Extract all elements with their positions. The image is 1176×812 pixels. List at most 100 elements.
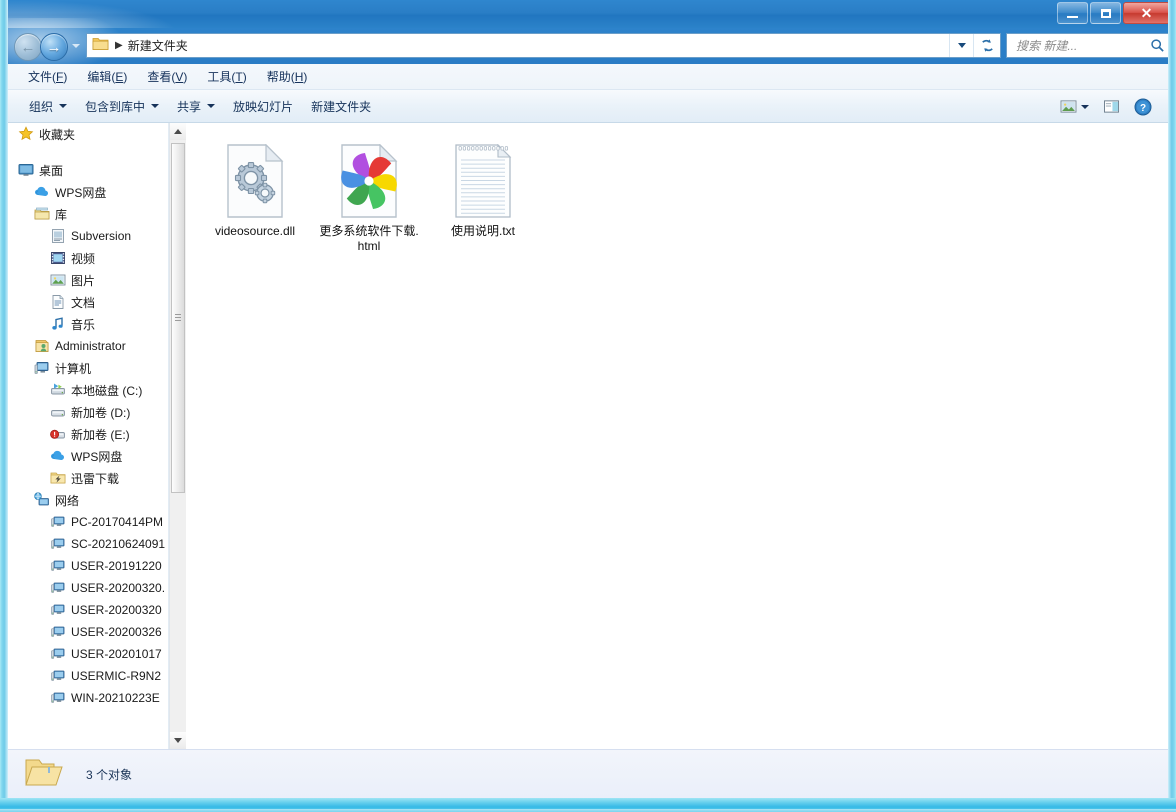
sidebar-item-20[interactable]: USER-20191220: [8, 555, 168, 577]
chevron-down-icon: [1081, 104, 1089, 109]
change-view-button[interactable]: [1054, 95, 1095, 118]
menu-item-2[interactable]: 编辑(E): [77, 64, 137, 89]
sidebar-item-label: 收藏夹: [39, 127, 76, 142]
sidebar-item-2[interactable]: 桌面: [8, 159, 168, 181]
maximize-button[interactable]: [1090, 2, 1121, 24]
sidebar-item-26[interactable]: WIN-20210223E: [8, 687, 168, 709]
network-icon: [34, 492, 50, 508]
file-item-1[interactable]: videosource.dll: [200, 137, 310, 261]
refresh-button[interactable]: [973, 34, 1000, 57]
toolbar-item-5[interactable]: 新建文件夹: [302, 93, 380, 120]
sidebar-item-21[interactable]: USER-20200320.: [8, 577, 168, 599]
sidebar-item-label: 计算机: [55, 361, 92, 376]
sidebar-item-10[interactable]: Administrator: [8, 335, 168, 357]
pc-icon: [51, 692, 65, 703]
chevron-down-icon: [151, 104, 160, 108]
address-bar[interactable]: ▶ 新建文件夹: [86, 33, 1001, 58]
toolbar-item-2[interactable]: 包含到库中: [76, 93, 168, 120]
sidebar-item-4[interactable]: 库: [8, 203, 168, 225]
sidebar-item-18[interactable]: PC-20170414PM: [8, 511, 168, 533]
scroll-down-button[interactable]: [170, 732, 186, 749]
sidebar-item-6[interactable]: 视频: [8, 247, 168, 269]
toolbar-item-label: 组织: [29, 99, 54, 114]
minimize-button[interactable]: [1057, 2, 1088, 24]
sidebar-item-8[interactable]: 文档: [8, 291, 168, 313]
toolbar-item-label: 放映幻灯片: [233, 99, 294, 114]
toolbar-item-1[interactable]: 组织: [20, 93, 76, 120]
toolbar-item-label: 包含到库中: [85, 99, 146, 114]
title-bar-glow: [0, 0, 180, 28]
sidebar-item-23[interactable]: USER-20200326: [8, 621, 168, 643]
menu-item-5[interactable]: 帮助(H): [257, 64, 318, 89]
breadcrumb-separator: ▶: [115, 40, 123, 51]
menu-item-1[interactable]: 文件(F): [18, 64, 77, 89]
sidebar-item-label: USER-20200320: [71, 603, 162, 617]
cloud-icon: [34, 184, 50, 200]
menu-item-4[interactable]: 工具(T): [197, 64, 256, 89]
music-icon: [50, 316, 66, 332]
scrollbar-grip-icon: [175, 314, 181, 322]
drive-icon: [50, 404, 66, 420]
file-list-pane[interactable]: videosource.dll 更多系统软件下载.html 使用说明.txt: [186, 123, 1168, 749]
sidebar-item-label: USER-20201017: [71, 647, 162, 661]
forward-button[interactable]: →: [40, 33, 68, 61]
sidebar-item-17[interactable]: 网络: [8, 489, 168, 511]
sidebar-item-label: WPS网盘: [71, 449, 123, 464]
help-button[interactable]: ?: [1128, 94, 1158, 120]
sidebar-item-13[interactable]: 新加卷 (D:): [8, 401, 168, 423]
sidebar-scrollbar[interactable]: [169, 123, 186, 749]
file-grid: videosource.dll 更多系统软件下载.html 使用说明.txt: [186, 137, 1168, 261]
sidebar-item-3[interactable]: WPS网盘: [8, 181, 168, 203]
address-dropdown-button[interactable]: [949, 34, 974, 57]
sidebar-item-25[interactable]: USERMIC-R9N2: [8, 665, 168, 687]
sidebar-item-label: SC-20210624091: [71, 537, 166, 551]
triangle-down-icon: [174, 738, 182, 743]
file-icon-wrapper: [450, 142, 516, 220]
recent-locations-button[interactable]: [70, 40, 82, 52]
sidebar-item-5[interactable]: Subversion: [8, 225, 168, 247]
search-input[interactable]: [1014, 37, 1150, 54]
toolbar-item-4[interactable]: 放映幻灯片: [224, 93, 302, 120]
sidebar-item-12[interactable]: 本地磁盘 (C:): [8, 379, 168, 401]
title-bar: ✕: [0, 0, 1176, 28]
file-item-3[interactable]: 使用说明.txt: [428, 137, 538, 261]
pc-icon: [50, 624, 66, 640]
command-toolbar: 组织 包含到库中 共享 放映幻灯片 新建文件夹 ?: [8, 90, 1168, 123]
help-icon: ?: [1134, 98, 1152, 115]
sidebar-item-24[interactable]: USER-20201017: [8, 643, 168, 665]
close-button[interactable]: ✕: [1123, 2, 1170, 24]
system-drive-icon: [50, 382, 66, 398]
sidebar-item-7[interactable]: 图片: [8, 269, 168, 291]
pc-icon: [50, 690, 66, 706]
sidebar-item-label: 文档: [71, 295, 96, 310]
menu-item-3[interactable]: 查看(V): [137, 64, 197, 89]
sidebar-item-19[interactable]: SC-20210624091: [8, 533, 168, 555]
drive-warning-icon: [50, 426, 66, 442]
sidebar-item-22[interactable]: USER-20200320: [8, 599, 168, 621]
cloud-icon: [50, 448, 66, 464]
sidebar-item-label: USER-20191220: [71, 559, 162, 573]
network-icon: [34, 492, 49, 506]
sidebar-item-9[interactable]: 音乐: [8, 313, 168, 335]
scrollbar-thumb[interactable]: [171, 143, 185, 493]
back-button[interactable]: ←: [14, 33, 42, 61]
toolbar-item-3[interactable]: 共享: [168, 93, 224, 120]
thunder-folder-icon: [50, 472, 66, 484]
sidebar-item-11[interactable]: 计算机: [8, 357, 168, 379]
breadcrumb-current: 新建文件夹: [127, 39, 188, 53]
sidebar-item-16[interactable]: 迅雷下载: [8, 467, 168, 489]
sidebar-item-1[interactable]: 收藏夹: [8, 123, 168, 145]
preview-pane-button[interactable]: [1097, 95, 1126, 118]
sidebar-item-15[interactable]: WPS网盘: [8, 445, 168, 467]
maximize-icon: [1100, 8, 1111, 18]
sidebar-item-14[interactable]: 新加卷 (E:): [8, 423, 168, 445]
sidebar-item-label: 库: [55, 207, 68, 222]
text-file-icon: [455, 144, 512, 218]
scroll-up-button[interactable]: [170, 123, 186, 140]
chevron-down-icon: [958, 43, 966, 48]
svg-text:?: ?: [1140, 103, 1146, 114]
toolbar-item-label: 新建文件夹: [311, 99, 372, 114]
search-box[interactable]: [1006, 33, 1176, 58]
file-item-2[interactable]: 更多系统软件下载.html: [314, 137, 424, 261]
computer-icon: [34, 362, 49, 374]
